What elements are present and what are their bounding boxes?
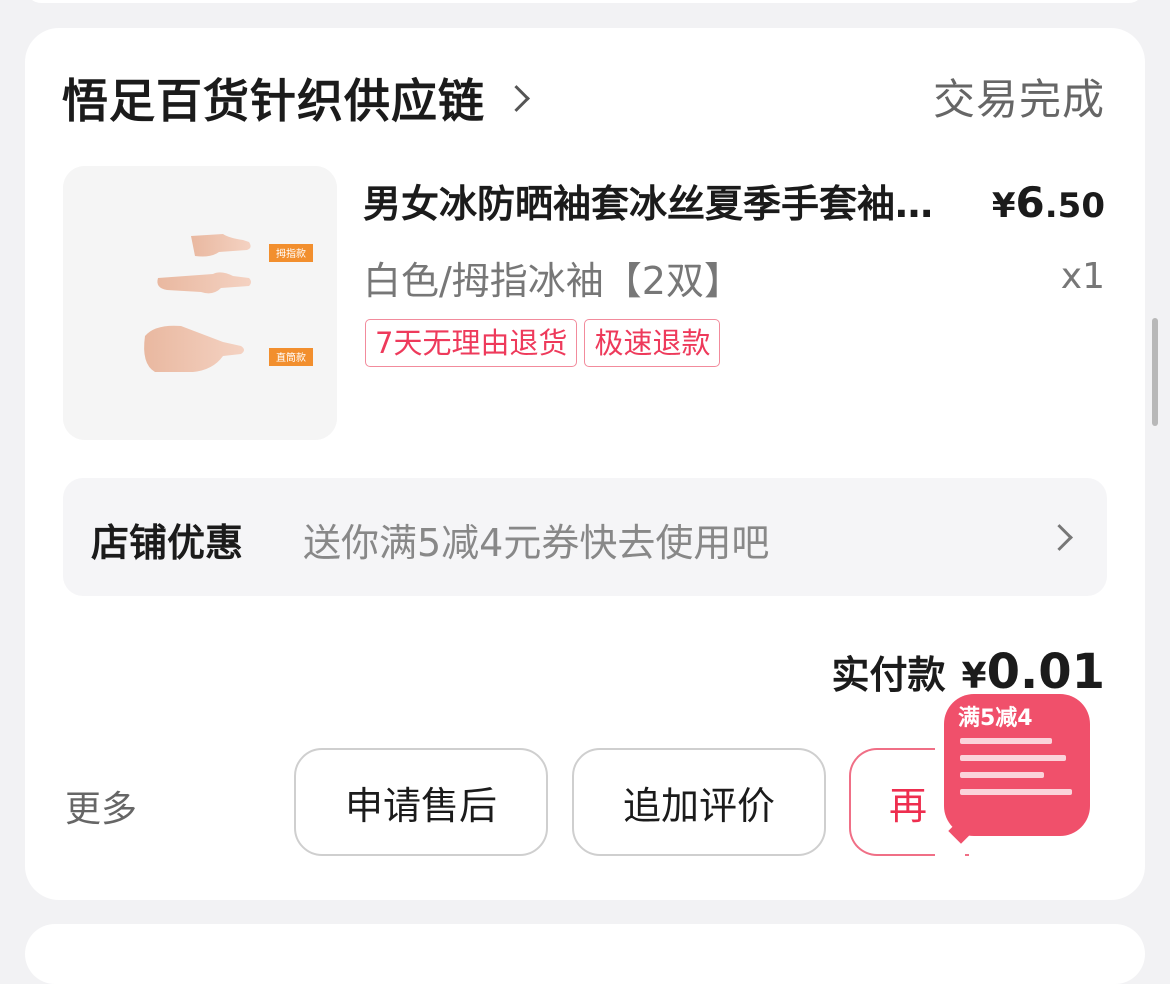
shop-promo-bar[interactable]: 店铺优惠 送你满5减4元券快去使用吧 xyxy=(63,478,1107,596)
promo-label: 店铺优惠 xyxy=(91,521,244,565)
promo-text: 送你满5减4元券快去使用吧 xyxy=(303,521,770,565)
price-integer: 6 xyxy=(1015,178,1045,227)
payment-label: 实付款 xyxy=(831,653,946,697)
coupon-detail-lines xyxy=(960,738,1072,806)
more-button[interactable]: 更多 xyxy=(65,780,137,832)
product-price: ¥ 6 .50 xyxy=(992,178,1105,227)
product-thumbnail[interactable]: 拇指款 直筒款 xyxy=(63,166,337,440)
chevron-right-icon xyxy=(1046,524,1073,551)
product-title[interactable]: 男女冰防晒袖套冰丝夏季手套袖防紫外线 xyxy=(363,173,943,228)
service-tags: 7天无理由退货 极速退款 xyxy=(365,319,721,367)
chevron-right-icon xyxy=(503,84,530,112)
scrollbar[interactable] xyxy=(1152,318,1158,426)
shop-name[interactable]: 悟足百货针织供应链 xyxy=(62,65,485,131)
floating-coupon-badge[interactable]: 满5减4 xyxy=(944,694,1090,836)
shop-header[interactable]: 悟足百货针织供应链 xyxy=(62,65,530,131)
next-order-card xyxy=(25,924,1145,984)
product-quantity: x1 xyxy=(1060,256,1105,297)
product-spec: 白色/拇指冰袖【2双】 xyxy=(363,259,742,303)
add-review-button[interactable]: 追加评价 xyxy=(572,748,826,856)
floating-coupon-text: 满5减4 xyxy=(958,706,1033,731)
previous-order-card xyxy=(25,0,1145,3)
label-straight-text: 直筒款 xyxy=(276,351,306,364)
price-decimal: .50 xyxy=(1044,186,1105,226)
price-currency: ¥ xyxy=(991,186,1016,226)
tag-7day-return: 7天无理由退货 xyxy=(365,319,578,367)
label-thumb-text: 拇指款 xyxy=(276,247,306,260)
actual-payment: 实付款 ¥ 0.01 xyxy=(831,644,1105,700)
product-image-svg: 拇指款 直筒款 xyxy=(63,166,337,440)
tag-fast-refund: 极速退款 xyxy=(584,319,721,367)
order-status: 交易完成 xyxy=(932,75,1105,124)
payment-currency: ¥ xyxy=(961,656,987,697)
payment-amount: 0.01 xyxy=(986,644,1105,700)
apply-after-sale-button[interactable]: 申请售后 xyxy=(294,748,548,856)
